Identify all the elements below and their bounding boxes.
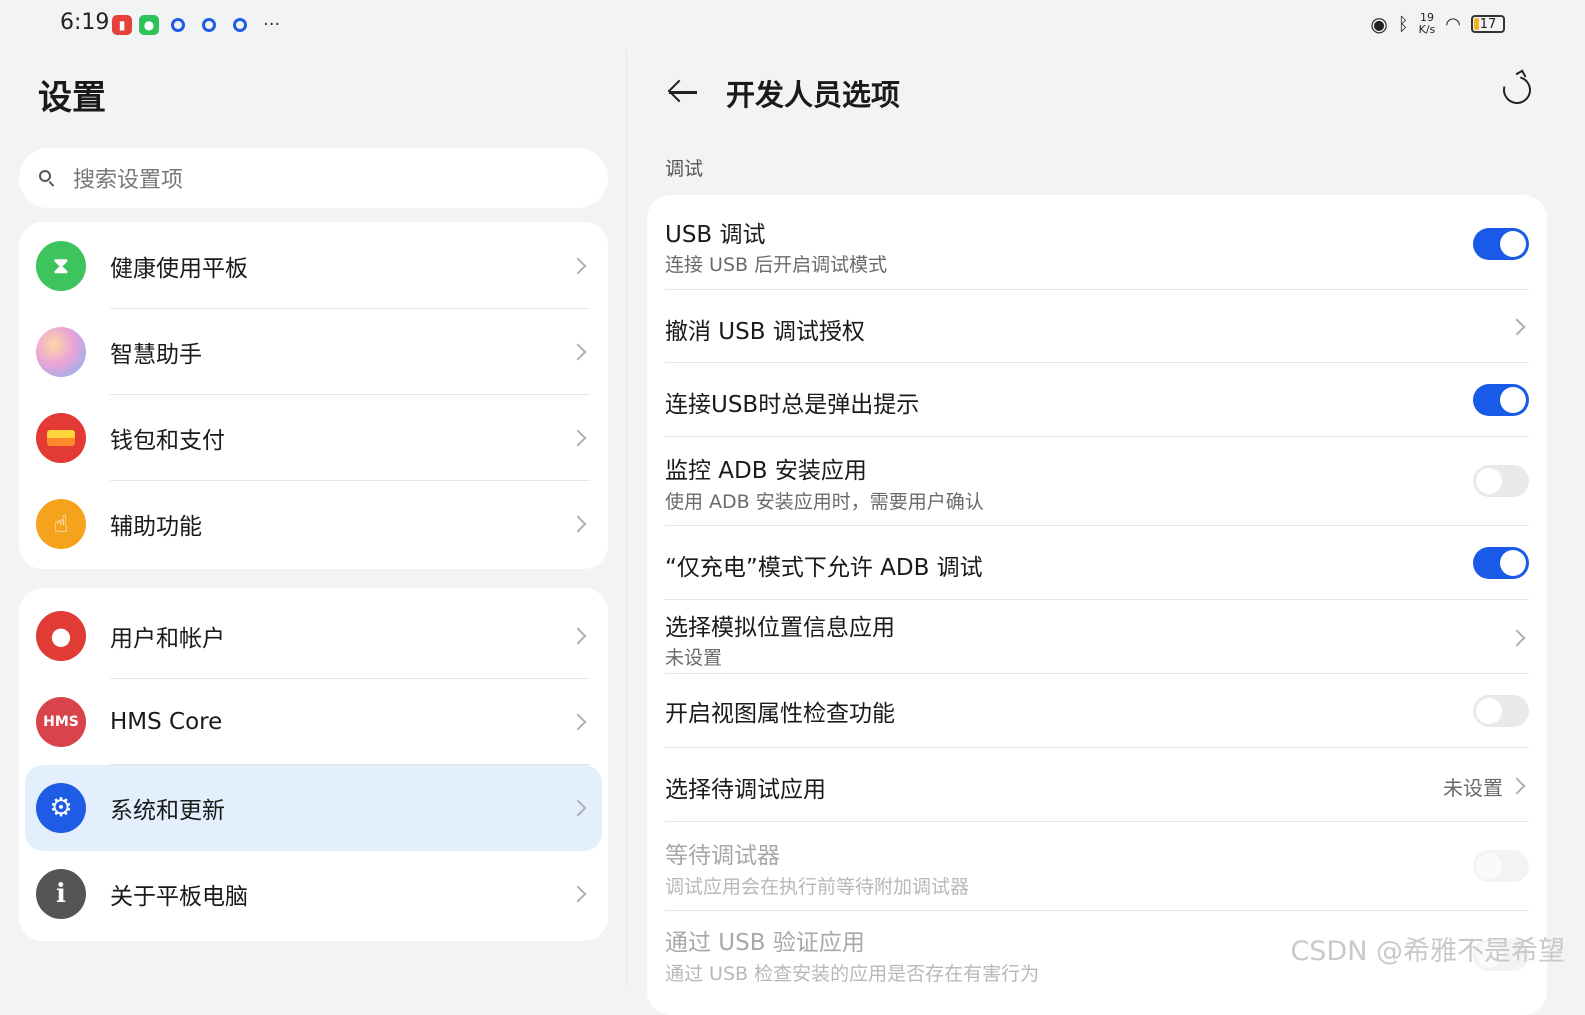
chevron-right-icon <box>569 257 587 275</box>
refresh-icon[interactable] <box>1497 70 1537 110</box>
eye-icon: ◉ <box>1370 12 1388 36</box>
row-monitor-adb-install[interactable]: 监控 ADB 安装应用 使用 ADB 安装应用时，需要用户确认 <box>665 437 1529 526</box>
sidebar-item-label: 关于平板电脑 <box>110 884 248 910</box>
sidebar-item-hms-core[interactable]: HMS HMS Core <box>19 679 608 765</box>
notification-icons: ▮ ● ··· <box>112 14 280 35</box>
sidebar-item-accessibility[interactable]: ☝ 辅助功能 <box>19 481 608 567</box>
chevron-right-icon <box>569 343 587 361</box>
ring-icon <box>233 17 247 32</box>
row-title: “仅充电”模式下允许 ADB 调试 <box>665 555 983 581</box>
toggle-switch[interactable] <box>1473 547 1529 579</box>
sidebar-item-wallet[interactable]: 钱包和支付 <box>19 395 608 481</box>
toggle-switch[interactable] <box>1473 384 1529 416</box>
row-debug-app[interactable]: 选择待调试应用 未设置 <box>665 748 1529 822</box>
search-input[interactable]: 搜索设置项 <box>19 148 608 208</box>
sidebar-item-accounts[interactable]: ● 用户和帐户 <box>19 593 608 679</box>
row-title: 选择模拟位置信息应用 <box>665 615 895 641</box>
sidebar-item-label: 智慧助手 <box>110 342 202 368</box>
net-speed: 19 K/s <box>1418 11 1436 36</box>
toggle-switch[interactable] <box>1473 695 1529 727</box>
row-title: USB 调试 <box>665 222 766 248</box>
row-view-attribute-inspection[interactable]: 开启视图属性检查功能 <box>665 674 1529 748</box>
row-subtitle: 通过 USB 检查安装的应用是否存在有害行为 <box>665 963 1040 985</box>
toggle-switch[interactable] <box>1473 465 1529 497</box>
chevron-right-icon <box>569 515 587 533</box>
battery-percent: 17 <box>1479 16 1497 32</box>
more-dots-icon: ··· <box>263 14 281 35</box>
section-header: 调试 <box>665 158 704 180</box>
row-mock-location-app[interactable]: 选择模拟位置信息应用 未设置 <box>665 600 1529 674</box>
sidebar-item-assistant[interactable]: 智慧助手 <box>19 309 608 395</box>
developer-options-pane: 开发人员选项 调试 USB 调试 连接 USB 后开启调试模式 撤消 USB 调… <box>627 50 1585 1015</box>
system-icons: ◉ ᛒ 19 K/s ◠ 17 <box>1370 12 1505 36</box>
bluetooth-icon: ᛒ <box>1397 13 1409 35</box>
row-charge-only-adb[interactable]: “仅充电”模式下允许 ADB 调试 <box>665 526 1529 600</box>
row-title: 通过 USB 验证应用 <box>665 930 865 956</box>
back-arrow-icon[interactable] <box>667 78 699 106</box>
sidebar-item-label: 辅助功能 <box>110 514 202 540</box>
page-title: 设置 <box>38 78 106 118</box>
sidebar-item-label: 健康使用平板 <box>110 256 248 282</box>
wechat-icon: ● <box>139 14 159 35</box>
row-title: 开启视图属性检查功能 <box>665 701 895 727</box>
settings-group-1: ⧗ 健康使用平板 智慧助手 钱包和支付 ☝ 辅助功能 <box>19 222 608 569</box>
row-usb-connect-prompt[interactable]: 连接USB时总是弹出提示 <box>665 363 1529 437</box>
wifi-icon: ◠ <box>1445 13 1461 35</box>
search-placeholder: 搜索设置项 <box>73 168 184 193</box>
row-revoke-usb-auth[interactable]: 撤消 USB 调试授权 <box>665 290 1529 363</box>
assistant-icon <box>36 327 86 377</box>
chevron-right-icon <box>569 429 587 447</box>
settings-list: USB 调试 连接 USB 后开启调试模式 撤消 USB 调试授权 连接USB时… <box>647 195 1547 1015</box>
row-subtitle: 使用 ADB 安装应用时，需要用户确认 <box>665 491 984 513</box>
battery-saver-icon: ▮ <box>112 14 132 35</box>
chevron-right-icon <box>569 713 587 731</box>
settings-group-2: ● 用户和帐户 HMS HMS Core ⚙ 系统和更新 i 关于平板电脑 <box>19 588 608 941</box>
search-icon <box>39 170 55 186</box>
watermark: CSDN @希雅不是希望 <box>1290 936 1565 967</box>
battery-level-fill <box>1474 18 1480 30</box>
page-title: 开发人员选项 <box>726 78 901 112</box>
row-wait-for-debugger: 等待调试器 调试应用会在执行前等待附加调试器 <box>665 822 1529 911</box>
sidebar-item-label: 用户和帐户 <box>110 626 225 652</box>
sidebar-item-health[interactable]: ⧗ 健康使用平板 <box>19 223 608 309</box>
row-usb-debugging[interactable]: USB 调试 连接 USB 后开启调试模式 <box>665 195 1529 290</box>
settings-sidebar: 设置 搜索设置项 ⧗ 健康使用平板 智慧助手 钱包和支付 ☝ 辅助功能 ● 用户… <box>0 50 627 986</box>
sidebar-item-label: 钱包和支付 <box>110 428 225 454</box>
wallet-icon <box>36 413 86 463</box>
chevron-right-icon <box>569 885 587 903</box>
battery-icon: 17 <box>1471 15 1505 33</box>
status-time: 6:19 <box>60 10 110 35</box>
sidebar-item-label: 系统和更新 <box>110 798 225 824</box>
row-title: 等待调试器 <box>665 843 780 869</box>
hourglass-icon: ⧗ <box>36 241 86 291</box>
info-icon: i <box>36 869 86 919</box>
ring-icon <box>171 17 185 32</box>
row-title: 选择待调试应用 <box>665 777 826 803</box>
hms-icon: HMS <box>36 697 86 747</box>
hand-icon: ☝ <box>36 499 86 549</box>
row-subtitle: 调试应用会在执行前等待附加调试器 <box>665 876 970 898</box>
gear-icon: ⚙ <box>36 783 86 833</box>
chevron-right-icon <box>1508 629 1526 647</box>
chevron-right-icon <box>569 627 587 645</box>
chevron-right-icon <box>569 799 587 817</box>
row-value: 未设置 <box>1443 776 1503 800</box>
row-subtitle: 未设置 <box>665 647 723 669</box>
row-subtitle: 连接 USB 后开启调试模式 <box>665 254 888 276</box>
user-icon: ● <box>36 611 86 661</box>
sidebar-item-about[interactable]: i 关于平板电脑 <box>19 851 608 937</box>
row-title: 连接USB时总是弹出提示 <box>665 392 920 418</box>
chevron-right-icon <box>1508 318 1526 336</box>
toggle-switch[interactable] <box>1473 228 1529 260</box>
row-title: 监控 ADB 安装应用 <box>665 458 867 484</box>
sidebar-item-label: HMS Core <box>110 709 223 735</box>
ring-icon <box>202 17 216 32</box>
row-title: 撤消 USB 调试授权 <box>665 319 865 345</box>
status-bar: 6:19 ▮ ● ··· ◉ ᛒ 19 K/s ◠ 17 <box>0 0 1585 50</box>
toggle-switch <box>1473 850 1529 882</box>
chevron-right-icon <box>1508 777 1526 795</box>
sidebar-item-system-update[interactable]: ⚙ 系统和更新 <box>25 765 602 851</box>
